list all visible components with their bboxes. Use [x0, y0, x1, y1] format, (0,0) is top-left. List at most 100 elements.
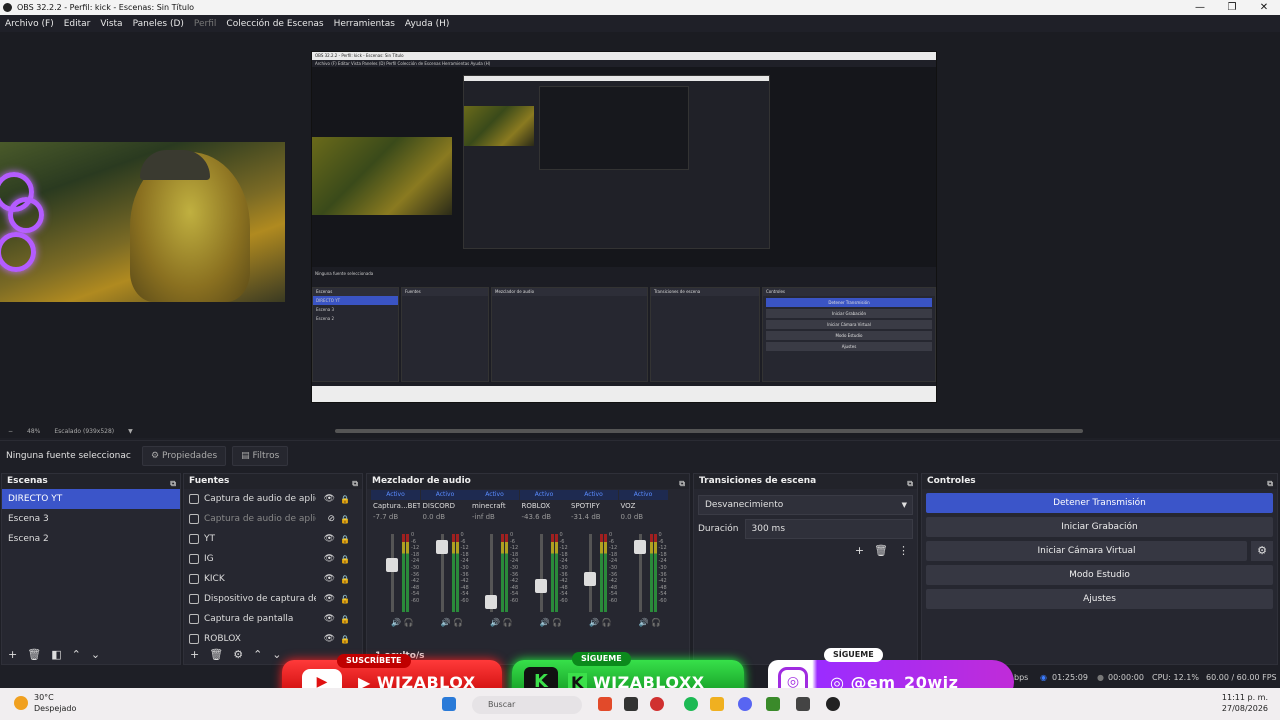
transition-type-select[interactable]: Desvanecimiento ▼ — [698, 495, 913, 515]
move-up-icon[interactable]: ⌃ — [253, 648, 262, 661]
scene-filters-button[interactable]: ◧ — [51, 648, 61, 661]
duration-input[interactable]: 300 ms — [744, 519, 913, 539]
eye-icon[interactable]: 👁 — [324, 634, 335, 644]
scene-item-escena-3[interactable]: Escena 3 — [2, 509, 180, 529]
maximize-button[interactable]: ❐ — [1216, 0, 1248, 15]
menu-profile[interactable]: Perfil — [194, 19, 217, 29]
start-virtual-camera-button[interactable]: Iniciar Cámara Virtual — [926, 541, 1247, 561]
preview-canvas[interactable]: OBS 32.2.2 - Perfil: kick - Escenas: Sin… — [0, 32, 1280, 424]
app-icon[interactable] — [796, 697, 810, 711]
lock-icon[interactable]: 🔒 — [340, 495, 350, 504]
folder-icon[interactable] — [710, 697, 724, 711]
gear-icon[interactable]: ⚙ — [1251, 541, 1273, 561]
speaker-icon[interactable]: 🔊 — [589, 618, 599, 627]
muted-speaker-icon[interactable]: 🔊 — [441, 618, 451, 627]
lock-icon[interactable]: 🔒 — [340, 555, 350, 564]
eye-icon[interactable]: 👁 — [324, 614, 335, 624]
eye-icon[interactable]: 👁 — [324, 554, 335, 564]
remove-source-button[interactable]: 🗑 — [209, 648, 223, 661]
menu-file[interactable]: Archivo (F) — [5, 19, 54, 29]
headphones-icon[interactable]: 🎧 — [453, 618, 463, 627]
menu-docks[interactable]: Paneles (D) — [133, 19, 184, 29]
volume-slider-track[interactable] — [391, 534, 394, 612]
channel-name[interactable]: minecraft — [470, 500, 519, 512]
undock-icon[interactable]: ⧉ — [1267, 476, 1273, 491]
source-item[interactable]: Captura de pantalla 👁 🔒 — [184, 609, 362, 629]
menu-view[interactable]: Vista — [100, 19, 122, 29]
more-options-icon[interactable]: ⋮ — [898, 544, 909, 557]
minimize-button[interactable]: — — [1184, 0, 1216, 15]
app-icon[interactable] — [598, 697, 612, 711]
menu-edit[interactable]: Editar — [64, 19, 91, 29]
unlock-icon[interactable]: 🔓 — [340, 595, 350, 604]
source-item[interactable]: IG 👁 🔒 — [184, 549, 362, 569]
source-item[interactable]: Dispositivo de captura de víd👁🔓 — [184, 589, 362, 609]
headphones-icon[interactable]: 🎧 — [404, 618, 414, 627]
add-source-button[interactable]: + — [190, 648, 199, 661]
add-transition-button[interactable]: + — [855, 544, 864, 557]
lock-icon[interactable]: 🔒 — [340, 535, 350, 544]
source-item[interactable]: Captura de audio de aplicaci👁🔒 — [184, 489, 362, 509]
speaker-icon[interactable]: 🔊 — [639, 618, 649, 627]
taskbar-search[interactable]: Buscar — [472, 696, 582, 714]
source-item[interactable]: KICK 👁 🔒 — [184, 569, 362, 589]
studio-mode-button[interactable]: Modo Estudio — [926, 565, 1273, 585]
undock-icon[interactable]: ⧉ — [170, 476, 176, 491]
undock-icon[interactable]: ⧉ — [907, 476, 913, 491]
remove-transition-button[interactable]: 🗑 — [874, 544, 888, 557]
lock-icon[interactable]: 🔒 — [340, 635, 350, 644]
eye-icon[interactable]: 👁 — [324, 594, 335, 604]
headphones-icon[interactable]: 🎧 — [602, 618, 612, 627]
properties-button[interactable]: ⚙ Propiedades — [142, 445, 227, 466]
headphones-icon[interactable]: 🎧 — [503, 618, 513, 627]
channel-name[interactable]: Captura...BETA) 2 — [371, 500, 420, 512]
obs-taskbar-icon[interactable] — [826, 697, 840, 711]
channel-name[interactable]: ROBLOX — [520, 500, 569, 512]
eye-hidden-icon[interactable]: ⊘ — [327, 514, 335, 524]
start-icon[interactable] — [442, 697, 456, 711]
move-down-icon[interactable]: ⌄ — [91, 648, 100, 661]
speaker-icon[interactable]: 🔊 — [391, 618, 401, 627]
lock-icon[interactable]: 🔒 — [340, 615, 350, 624]
headphones-icon[interactable]: 🎧 — [651, 618, 661, 627]
headphones-icon[interactable]: 🎧 — [552, 618, 562, 627]
move-down-icon[interactable]: ⌄ — [272, 648, 281, 661]
channel-name[interactable]: DISCORD — [421, 500, 470, 512]
filters-button[interactable]: ▤ Filtros — [232, 445, 289, 466]
settings-button[interactable]: Ajustes — [926, 589, 1273, 609]
undock-icon[interactable]: ⧉ — [679, 476, 685, 491]
lock-icon[interactable]: 🔒 — [340, 575, 350, 584]
speaker-icon[interactable]: 🔊 — [540, 618, 550, 627]
close-button[interactable]: ✕ — [1248, 0, 1280, 15]
app-icon[interactable] — [624, 697, 638, 711]
volume-slider-handle[interactable] — [584, 572, 596, 587]
minecraft-icon[interactable] — [766, 697, 780, 711]
channel-name[interactable]: VOZ — [619, 500, 668, 512]
scene-item-directo-yt[interactable]: DIRECTO YT — [2, 489, 180, 509]
remove-scene-button[interactable]: 🗑 — [27, 648, 41, 661]
eye-icon[interactable]: 👁 — [324, 574, 335, 584]
eye-icon[interactable]: 👁 — [324, 494, 335, 504]
volume-slider-handle[interactable] — [435, 540, 448, 555]
volume-slider-handle[interactable] — [534, 578, 547, 593]
move-up-icon[interactable]: ⌃ — [72, 648, 81, 661]
volume-slider-handle[interactable] — [485, 594, 497, 609]
source-item[interactable]: YT 👁 🔒 — [184, 529, 362, 549]
stop-streaming-button[interactable]: Detener Transmisión — [926, 493, 1273, 513]
spotify-icon[interactable] — [684, 697, 698, 711]
menu-scene-collection[interactable]: Colección de Escenas — [226, 19, 323, 29]
menu-tools[interactable]: Herramientas — [334, 19, 395, 29]
opera-icon[interactable] — [650, 697, 664, 711]
eye-icon[interactable]: 👁 — [324, 534, 335, 544]
scale-dropdown[interactable]: ▼ — [128, 428, 133, 435]
discord-icon[interactable] — [738, 697, 752, 711]
lock-icon[interactable]: 🔒 — [340, 515, 350, 524]
source-settings-button[interactable]: ⚙ — [233, 648, 243, 661]
zoom-out-button[interactable]: − — [8, 428, 13, 435]
muted-speaker-icon[interactable]: 🔊 — [490, 618, 500, 627]
scene-item-escena-2[interactable]: Escena 2 — [2, 529, 180, 549]
start-recording-button[interactable]: Iniciar Grabación — [926, 517, 1273, 537]
channel-name[interactable]: SPOTIFY — [569, 500, 618, 512]
volume-slider-track[interactable] — [539, 534, 543, 612]
add-scene-button[interactable]: + — [8, 648, 17, 661]
